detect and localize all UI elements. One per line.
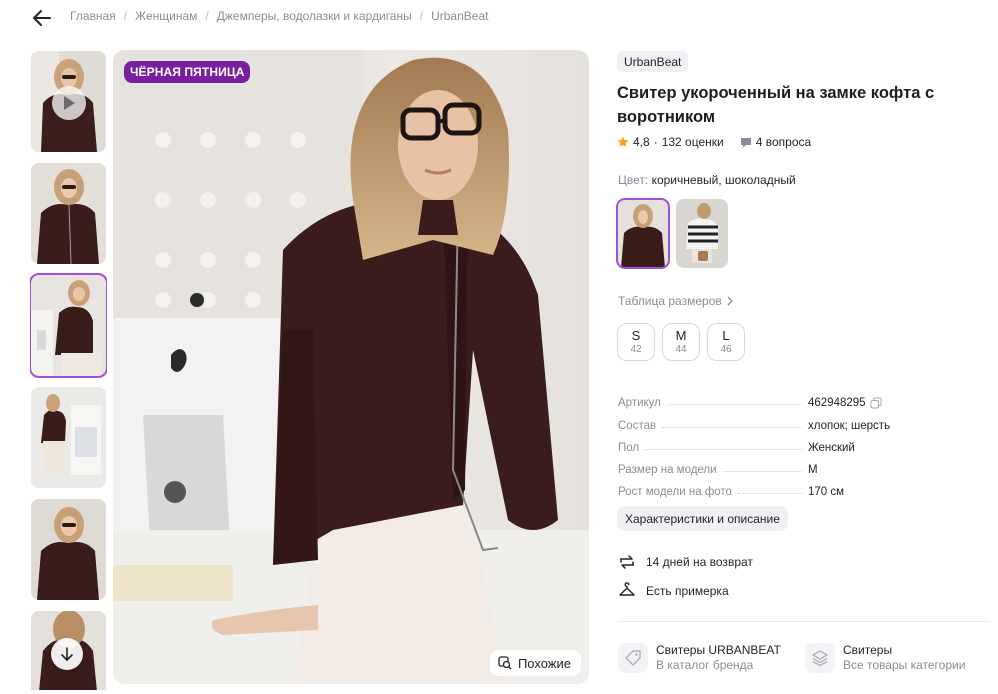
- size-label: M: [675, 328, 687, 343]
- play-icon: [52, 86, 86, 120]
- color-label: Цвет:: [618, 173, 649, 187]
- specs-list: Артикул 462948295 Состав хлопок; шерсть …: [618, 387, 908, 498]
- color-swatch-brown[interactable]: [616, 198, 670, 269]
- arrow-down-icon: [61, 647, 73, 661]
- hanger-icon: [619, 582, 635, 596]
- spec-value: 462948295: [808, 397, 908, 409]
- characteristics-button[interactable]: Характеристики и описание: [617, 506, 788, 531]
- thumbnail-video[interactable]: [31, 51, 106, 152]
- thumbnail-image[interactable]: [31, 163, 106, 264]
- spec-value: 170 см: [808, 486, 845, 499]
- breadcrumb-separator: /: [205, 9, 209, 23]
- size-button-s[interactable]: S 42: [617, 323, 655, 361]
- spec-row: Состав хлопок; шерсть: [618, 409, 908, 432]
- size-label: S: [631, 328, 641, 343]
- spec-value: хлопок; шерсть: [808, 419, 891, 432]
- color-label-row: Цвет: коричневый, шоколадный: [618, 173, 796, 187]
- thumbnail-image[interactable]: [31, 387, 106, 488]
- color-swatch-striped[interactable]: [676, 199, 728, 268]
- similar-label: Похожие: [517, 655, 571, 671]
- article-number: 462948295: [808, 397, 866, 410]
- return-icon: [620, 555, 634, 569]
- breadcrumb-item[interactable]: UrbanBeat: [431, 9, 488, 23]
- size-table-link[interactable]: Таблица размеров: [618, 294, 734, 308]
- spec-key: Состав: [618, 419, 657, 432]
- breadcrumb-separator: /: [123, 9, 128, 23]
- spec-value: Женский: [808, 441, 855, 454]
- spec-dots: [666, 404, 802, 406]
- main-product-image[interactable]: ЧЁРНАЯ ПЯТНИЦА Похожие: [113, 50, 589, 684]
- spec-dots: [737, 493, 802, 495]
- try-on-label: Есть примерка: [646, 584, 729, 598]
- rating-value: 4,8: [633, 135, 650, 149]
- star-icon: [617, 136, 629, 147]
- category-link[interactable]: Свитеры Все товары категории: [805, 643, 965, 673]
- spec-value: M: [808, 464, 818, 477]
- reviews-count[interactable]: 132 оценки: [662, 135, 724, 149]
- spec-row: Артикул 462948295: [618, 387, 908, 409]
- black-friday-badge: ЧЁРНАЯ ПЯТНИЦА: [124, 61, 251, 83]
- size-button-l[interactable]: L 46: [707, 323, 745, 361]
- spec-row: Рост модели на фото 170 см: [618, 476, 908, 498]
- breadcrumb-item[interactable]: Главная: [70, 9, 116, 23]
- chevron-right-icon: [727, 296, 733, 306]
- size-label: L: [722, 328, 730, 343]
- scroll-down-button[interactable]: [51, 638, 83, 670]
- category-subtitle: Все товары категории: [843, 658, 966, 672]
- similar-search-icon: [498, 656, 512, 670]
- brand-catalog-link[interactable]: Свитеры URBANBEAT В каталог бренда: [618, 643, 781, 673]
- try-on: Есть примерка: [618, 582, 729, 600]
- size-ru: 46: [720, 344, 732, 355]
- similar-button[interactable]: Похожие: [489, 650, 581, 676]
- thumbnail-image[interactable]: [31, 499, 106, 600]
- brand-link[interactable]: UrbanBeat: [617, 51, 689, 72]
- spec-key: Пол: [618, 441, 640, 454]
- return-policy: 14 дней на возврат: [618, 553, 753, 571]
- breadcrumb-item[interactable]: Джемперы, водолазки и кардиганы: [217, 9, 412, 23]
- question-icon: [740, 138, 751, 148]
- thumbnail-image[interactable]: [30, 273, 107, 378]
- product-title: Свитер укороченный на замке кофта с воро…: [617, 84, 935, 126]
- category-title: Свитеры: [843, 643, 893, 657]
- spec-dots: [662, 426, 802, 428]
- back-button[interactable]: [30, 6, 54, 30]
- breadcrumb-item[interactable]: Женщинам: [135, 9, 197, 23]
- breadcrumb: Главная / Женщинам / Джемперы, водолазки…: [70, 9, 488, 23]
- spec-key: Размер на модели: [618, 464, 717, 477]
- tag-icon: [618, 643, 648, 673]
- brand-catalog-title: Свитеры URBANBEAT: [656, 643, 781, 657]
- spec-row: Размер на модели M: [618, 454, 908, 476]
- copy-icon[interactable]: [870, 397, 882, 409]
- size-ru: 44: [675, 344, 687, 355]
- color-value: коричневый, шоколадный: [651, 173, 796, 187]
- spec-dots: [645, 448, 802, 450]
- arrow-left-icon: [33, 10, 51, 26]
- size-table-label: Таблица размеров: [618, 294, 722, 308]
- brand-catalog-subtitle: В каталог бренда: [656, 658, 754, 672]
- divider: [618, 621, 990, 622]
- thumbnail-list: [30, 50, 107, 690]
- rating-separator: ·: [653, 135, 658, 149]
- spec-dots: [722, 471, 802, 473]
- rating-row[interactable]: 4,8 · 132 оценки 4 вопроса: [617, 135, 811, 149]
- spec-key: Артикул: [618, 397, 661, 410]
- return-label: 14 дней на возврат: [646, 555, 753, 569]
- layers-icon: [805, 643, 835, 673]
- spec-row: Пол Женский: [618, 432, 908, 454]
- questions-count[interactable]: 4 вопроса: [756, 135, 811, 149]
- product-photo: [113, 50, 589, 684]
- size-ru: 42: [630, 344, 642, 355]
- size-button-m[interactable]: M 44: [662, 323, 700, 361]
- spec-key: Рост модели на фото: [618, 486, 732, 499]
- breadcrumb-separator: /: [419, 9, 424, 23]
